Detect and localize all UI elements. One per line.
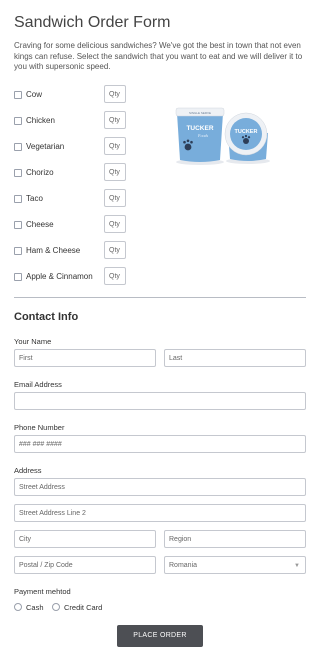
qty-input[interactable]: Qty [104,111,126,129]
first-name-input[interactable]: First [14,349,156,367]
checkbox[interactable] [14,273,22,281]
product-row-chorizo: Chorizo Qty [14,163,134,183]
email-label: Email Address [14,380,62,389]
checkbox[interactable] [14,221,22,229]
product-image: SINGLE SERVE TUCKER Foods TUCKER [175,107,270,165]
product-label: Cow [26,90,43,99]
svg-text:SINGLE SERVE: SINGLE SERVE [189,111,211,115]
radio-credit-card[interactable] [52,603,60,611]
checkbox[interactable] [14,91,22,99]
svg-text:TUCKER: TUCKER [186,125,213,132]
phone-input[interactable]: ### ### #### [14,435,306,453]
name-label: Your Name [14,337,52,346]
product-row-cow: Cow Qty [14,85,134,105]
street-address-input[interactable]: Street Address [14,478,306,496]
qty-input[interactable]: Qty [104,267,126,285]
product-label: Ham & Cheese [26,246,81,255]
product-row-cheese: Cheese Qty [14,215,134,235]
product-label: Vegetarian [26,142,65,151]
product-row-chicken: Chicken Qty [14,111,134,131]
phone-label: Phone Number [14,423,65,432]
qty-input[interactable]: Qty [104,189,126,207]
product-label: Chicken [26,116,55,125]
postal-code-input[interactable]: Postal / Zip Code [14,556,156,574]
qty-input[interactable]: Qty [104,85,126,103]
country-select[interactable]: Romania ▼ [164,556,306,574]
section-divider [14,297,306,298]
radio-credit-card-label: Credit Card [64,603,103,612]
svg-text:TUCKER: TUCKER [235,129,258,135]
region-input[interactable]: Region [164,530,306,548]
product-label: Apple & Cinnamon [26,272,93,281]
product-row-apple-cinnamon: Apple & Cinnamon Qty [14,267,134,287]
product-row-vegetarian: Vegetarian Qty [14,137,134,157]
chevron-down-icon: ▼ [294,563,300,569]
qty-input[interactable]: Qty [104,137,126,155]
product-label: Chorizo [26,168,54,177]
city-input[interactable]: City [14,530,156,548]
email-input[interactable] [14,392,306,410]
checkbox[interactable] [14,169,22,177]
radio-cash-label: Cash [26,603,44,612]
checkbox[interactable] [14,143,22,151]
country-select-value: Romania [169,562,198,569]
product-label: Cheese [26,220,54,229]
page-title: Sandwich Order Form [14,14,171,31]
place-order-button[interactable]: PLACE ORDER [117,625,203,647]
last-name-input[interactable]: Last [164,349,306,367]
checkbox[interactable] [14,247,22,255]
product-label: Taco [26,194,43,203]
svg-text:Foods: Foods [197,133,208,138]
qty-input[interactable]: Qty [104,241,126,259]
contact-section-title: Contact Info [14,311,79,323]
address-label: Address [14,466,42,475]
checkbox[interactable] [14,195,22,203]
form-intro: Craving for some delicious sandwiches? W… [14,41,303,71]
checkbox[interactable] [14,117,22,125]
payment-label: Payment mehtod [14,587,71,596]
product-row-taco: Taco Qty [14,189,134,209]
qty-input[interactable]: Qty [104,215,126,233]
product-row-ham-cheese: Ham & Cheese Qty [14,241,134,261]
qty-input[interactable]: Qty [104,163,126,181]
street-address-line2-input[interactable]: Street Address Line 2 [14,504,306,522]
radio-cash[interactable] [14,603,22,611]
